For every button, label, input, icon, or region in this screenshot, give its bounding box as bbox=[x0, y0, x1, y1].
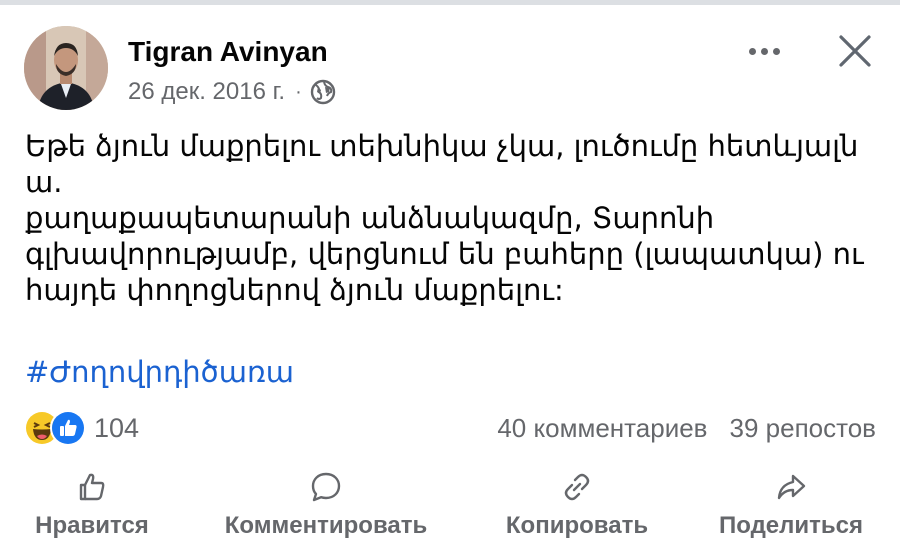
link-icon bbox=[564, 473, 590, 501]
author-name[interactable]: Tigran Avinyan bbox=[128, 36, 328, 68]
stats-right: 40 комментариев 39 репостов bbox=[497, 413, 876, 444]
like-button[interactable]: Нравится bbox=[27, 470, 157, 545]
more-options-icon[interactable] bbox=[742, 36, 786, 66]
comment-bubble-icon bbox=[311, 472, 341, 502]
close-icon[interactable] bbox=[834, 30, 876, 72]
comment-button[interactable]: Комментировать bbox=[208, 470, 444, 545]
copy-label: Копировать bbox=[505, 512, 649, 539]
like-reaction-icon bbox=[50, 410, 86, 446]
comment-label: Комментировать bbox=[224, 512, 428, 539]
post-text-line: Եթե ձյուն մաքրելու տեխնիկա չկա, լուծումը… bbox=[25, 129, 859, 163]
avatar[interactable] bbox=[24, 26, 108, 110]
post-text-line: հայդե փողոցներով ձյուն մաքրելու: bbox=[25, 273, 564, 307]
post-text: Եթե ձյուն մաքրելու տեխնիկա չկա, լուծումը… bbox=[25, 128, 875, 308]
like-label: Нравится bbox=[35, 512, 149, 539]
hashtag-link[interactable]: #Ժողովրդիծառա bbox=[25, 355, 294, 389]
thumbs-up-icon bbox=[79, 473, 105, 501]
share-button[interactable]: Поделиться bbox=[709, 470, 873, 545]
post-header: Tigran Avinyan 26 дек. 2016 г. · bbox=[24, 26, 880, 116]
post-text-line: գլխավորությամբ, վերցնում են բահերը (լապա… bbox=[25, 237, 864, 271]
post-text-line: քաղաքապետարանի անձնակազմը, Տարոնի bbox=[25, 201, 715, 235]
globe-icon bbox=[310, 79, 336, 105]
meta-separator: · bbox=[295, 80, 302, 103]
top-strip bbox=[0, 0, 900, 5]
action-bar: Нравится Комментировать Копировать Подел… bbox=[0, 470, 900, 545]
post-stats: 104 40 комментариев 39 репостов bbox=[24, 410, 876, 450]
reaction-count: 104 bbox=[94, 412, 140, 443]
comments-count[interactable]: 40 комментариев bbox=[497, 413, 707, 444]
post-text-line: ա. bbox=[25, 165, 63, 199]
post-meta: 26 дек. 2016 г. · bbox=[128, 78, 336, 106]
share-label: Поделиться bbox=[718, 512, 864, 539]
shares-count[interactable]: 39 репостов bbox=[730, 413, 877, 444]
copy-link-button[interactable]: Копировать bbox=[496, 470, 658, 545]
reactions-summary[interactable]: 104 bbox=[24, 410, 139, 446]
share-arrow-icon bbox=[777, 474, 806, 500]
post-date[interactable]: 26 дек. 2016 г. bbox=[128, 78, 285, 106]
